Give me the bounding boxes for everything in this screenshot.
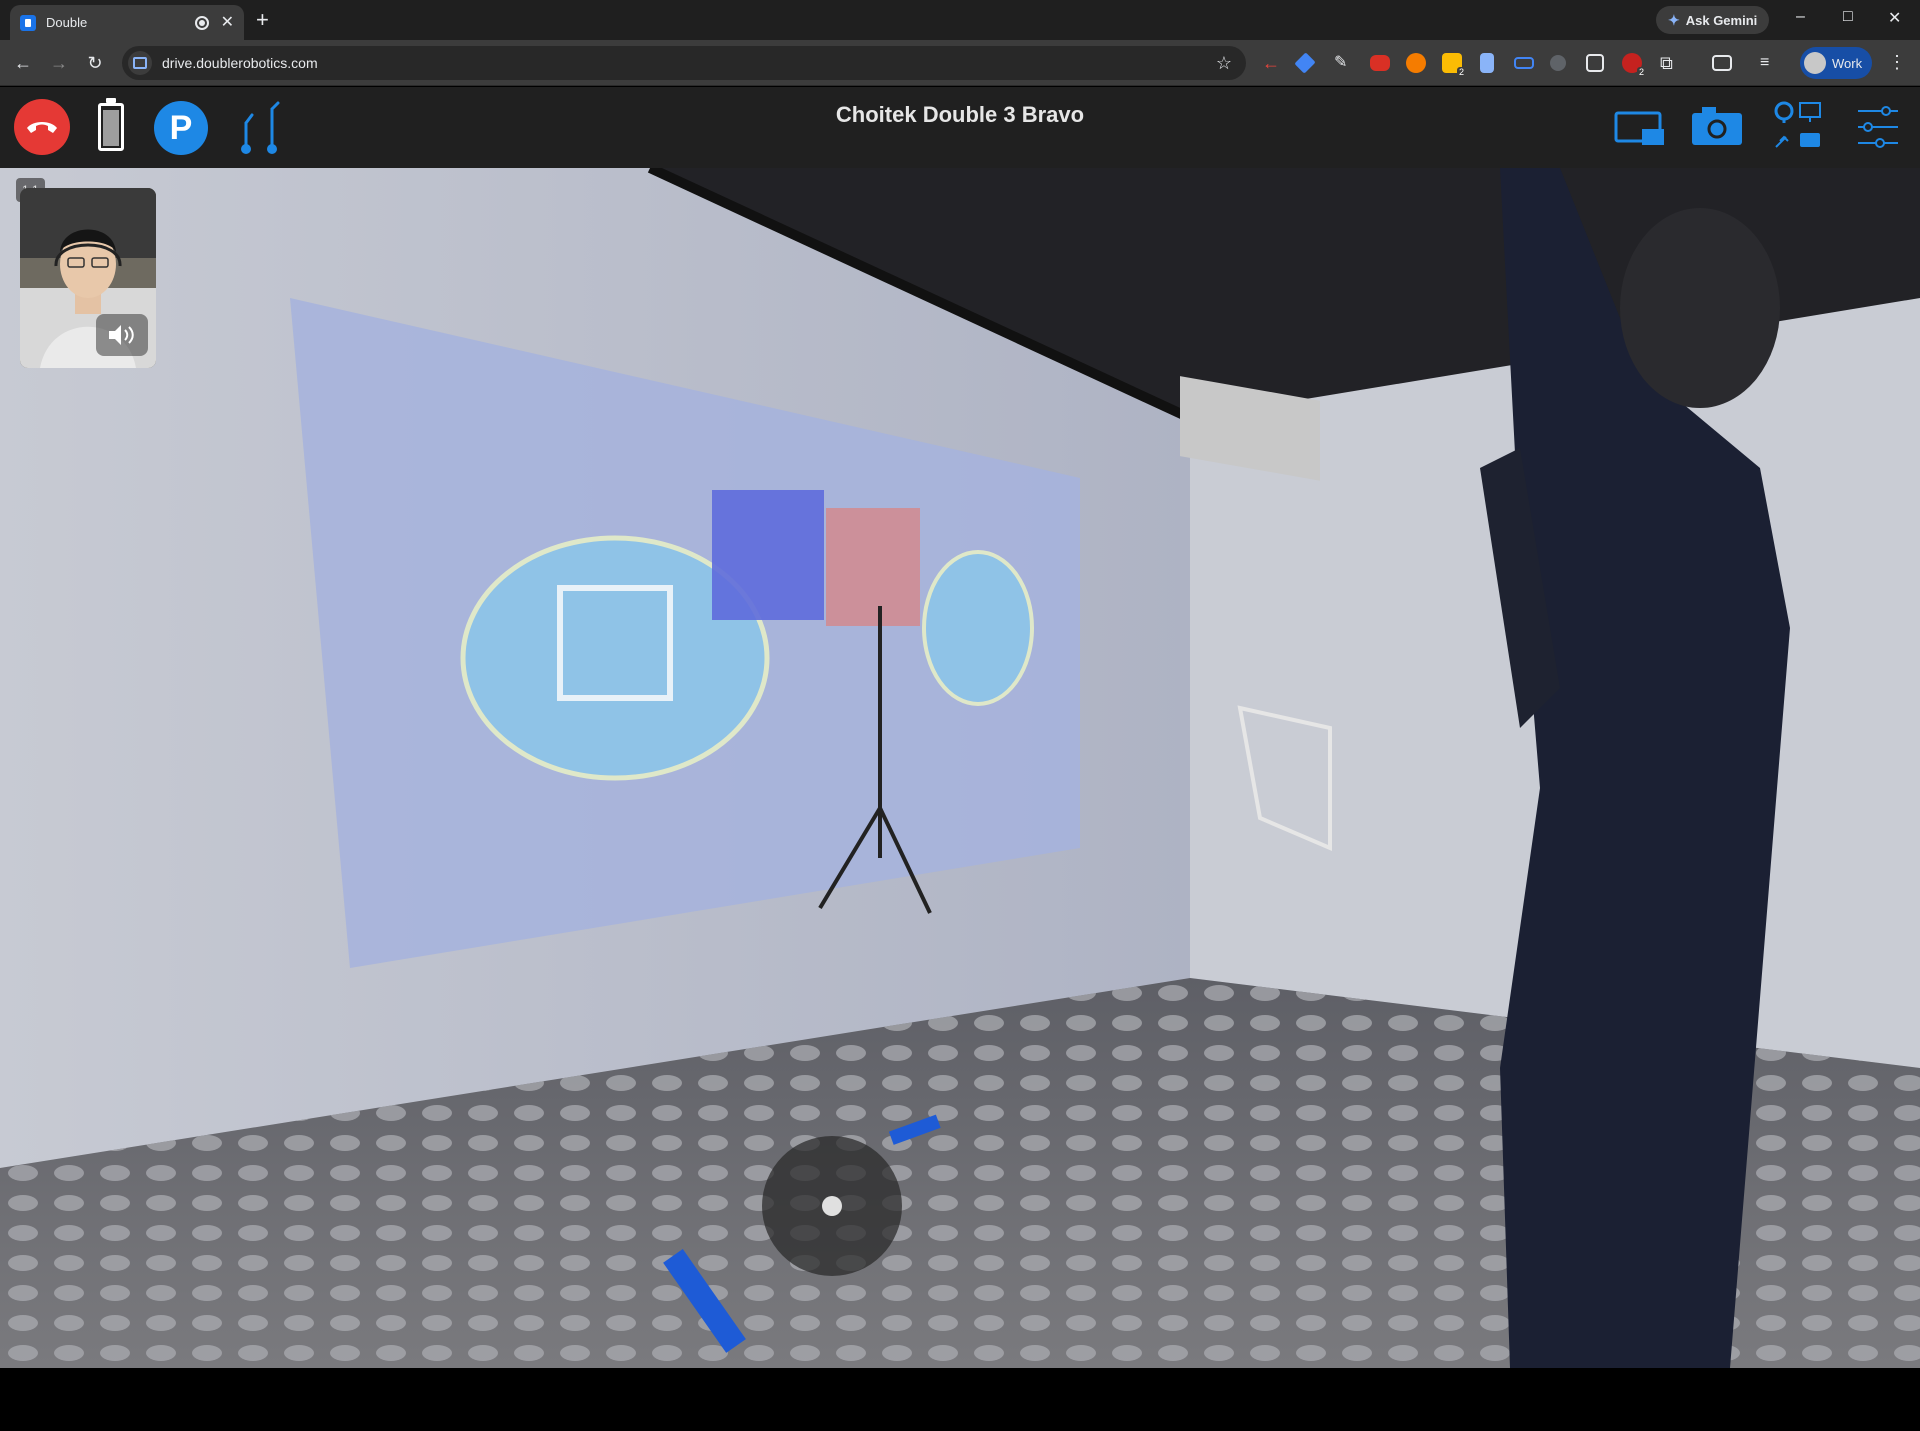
- settings-sliders-icon[interactable]: [1856, 105, 1900, 149]
- bottom-letterbox: [0, 1368, 1920, 1431]
- close-window-button[interactable]: ✕: [1888, 8, 1901, 28]
- profile-button[interactable]: Work: [1800, 47, 1873, 79]
- red-ext-icon[interactable]: [1370, 55, 1390, 71]
- magnifier-ext-icon[interactable]: [1586, 54, 1604, 72]
- ask-gemini-label: Ask Gemini: [1685, 12, 1758, 28]
- pen-icon[interactable]: ✎: [1334, 53, 1354, 73]
- orange-ext-icon[interactable]: [1406, 53, 1426, 73]
- tab-close-icon[interactable]: ✕: [221, 14, 234, 31]
- maximize-button[interactable]: □: [1843, 8, 1853, 26]
- height-adjust-icon[interactable]: [236, 101, 286, 157]
- browser-tab-bar: Double ✕ + ✦ Ask Gemini – □ ✕: [0, 0, 1920, 40]
- minimize-button[interactable]: –: [1796, 8, 1805, 26]
- double-app-bar: P Choitek Double 3 Bravo: [0, 87, 1920, 168]
- robot-video-feed[interactable]: [0, 168, 1920, 1368]
- forward-button[interactable]: →: [46, 50, 72, 76]
- park-button[interactable]: P: [154, 101, 208, 155]
- search-panel-icon[interactable]: [1712, 55, 1732, 71]
- drive-joystick[interactable]: [762, 1136, 902, 1276]
- back-red-arrow-icon[interactable]: ←: [1262, 53, 1282, 73]
- reading-list-icon[interactable]: ≡: [1760, 53, 1780, 73]
- new-tab-button[interactable]: +: [256, 8, 269, 32]
- speaker-icon: [109, 325, 134, 345]
- bookmark-star-icon[interactable]: ☆: [1216, 53, 1232, 74]
- address-bar[interactable]: drive.doublerobotics.com ☆: [122, 46, 1246, 80]
- audio-volume-button[interactable]: [96, 314, 148, 356]
- doc-ext-icon[interactable]: [1480, 53, 1494, 73]
- avatar: [1804, 52, 1826, 74]
- browser-menu-icon[interactable]: ⋮: [1888, 52, 1906, 72]
- back-button[interactable]: ←: [10, 50, 36, 76]
- gray-ext-icon[interactable]: [1550, 55, 1566, 71]
- browser-tab[interactable]: Double ✕: [10, 5, 244, 40]
- reload-button[interactable]: ↻: [82, 50, 108, 76]
- camera-snapshot-icon[interactable]: [1690, 105, 1744, 147]
- tab-title: Double: [46, 15, 88, 30]
- puzzle-icon[interactable]: ⧉: [1660, 53, 1680, 73]
- room-scene-image: [0, 168, 1920, 1368]
- profile-label: Work: [1832, 55, 1863, 71]
- hang-up-button[interactable]: [14, 99, 70, 155]
- screen-share-icon[interactable]: [1614, 111, 1666, 147]
- browser-toolbar: ← → ↻ drive.doublerobotics.com ☆ ← ✎ 2 2…: [0, 40, 1920, 86]
- url-text[interactable]: drive.doublerobotics.com: [162, 55, 1216, 71]
- phone-hangup-icon: [27, 122, 57, 133]
- gemini-sparkle-icon: ✦: [1668, 11, 1680, 28]
- double-favicon-icon: [20, 14, 36, 31]
- multi-tool-icon[interactable]: [1772, 101, 1822, 153]
- battery-fill: [103, 110, 119, 146]
- ask-gemini-button[interactable]: ✦ Ask Gemini: [1656, 6, 1770, 34]
- joystick-knob[interactable]: [822, 1196, 842, 1216]
- yellow-ext-icon[interactable]: 2: [1442, 53, 1466, 77]
- link-ext-icon[interactable]: [1514, 57, 1534, 69]
- battery-indicator: [98, 98, 124, 151]
- recording-indicator-icon: [194, 15, 209, 30]
- red-badge-ext-icon[interactable]: 2: [1622, 53, 1646, 77]
- site-info-icon[interactable]: [128, 51, 152, 75]
- gem-icon[interactable]: [1294, 52, 1316, 74]
